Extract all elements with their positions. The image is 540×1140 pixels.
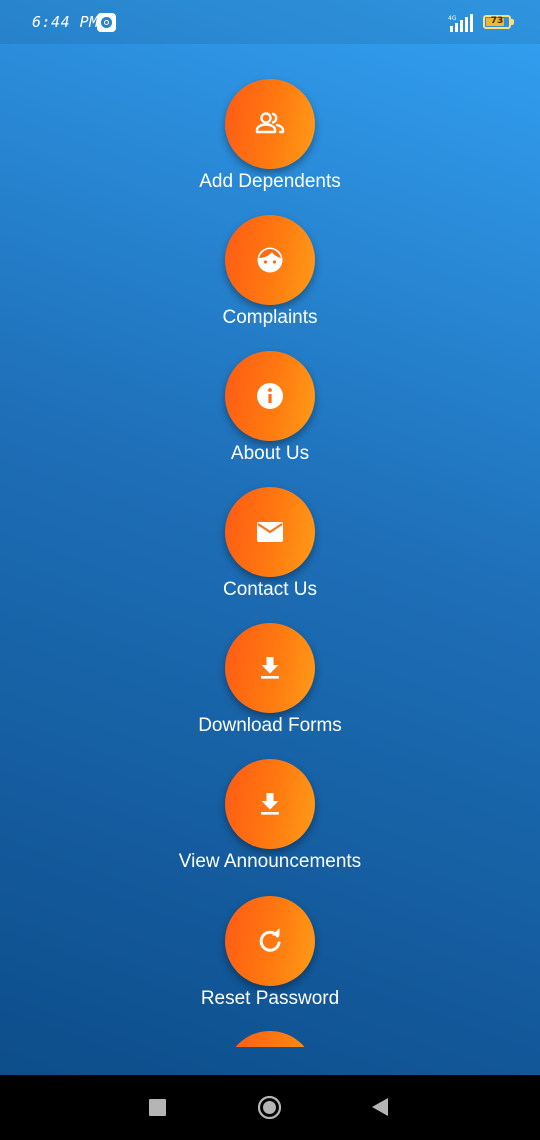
partial-menu-button[interactable] — [225, 1031, 315, 1047]
signal-icon: 4G — [448, 14, 473, 32]
face-icon — [257, 247, 283, 273]
add-dependents-label: Add Dependents — [199, 171, 341, 192]
battery-icon: 73 — [483, 15, 511, 29]
menu-item-reset-password[interactable]: Reset Password — [120, 896, 420, 1016]
reset-password-label: Reset Password — [200, 988, 340, 1009]
recents-icon[interactable] — [149, 1099, 166, 1116]
download-forms-button[interactable] — [225, 623, 315, 713]
screen-record-icon — [97, 13, 116, 32]
home-icon[interactable] — [257, 1095, 282, 1120]
contact-us-label: Contact Us — [223, 579, 317, 600]
people-icon — [255, 112, 285, 134]
complaints-button[interactable] — [225, 215, 315, 305]
view-announcements-button[interactable] — [225, 759, 315, 849]
navigation-bar — [0, 1075, 540, 1140]
back-icon[interactable] — [371, 1097, 389, 1117]
status-bar: 6:44 PM 4G 73 — [0, 0, 540, 44]
download-icon — [261, 793, 279, 815]
reset-password-button[interactable] — [225, 896, 315, 986]
menu-item-complaints[interactable]: Complaints — [120, 215, 420, 335]
battery-tip — [511, 19, 514, 25]
mail-icon — [257, 522, 283, 542]
menu-item-add-dependents[interactable]: Add Dependents — [120, 79, 420, 199]
app-screen: 6:44 PM 4G 73 Add Dependents Complaints … — [0, 0, 540, 1140]
download-forms-label: Download Forms — [198, 715, 342, 736]
download-icon — [261, 657, 279, 679]
menu-item-about-us[interactable]: About Us — [120, 351, 420, 471]
view-announcements-label: View Announcements — [178, 851, 362, 872]
refresh-icon — [259, 928, 281, 952]
info-icon — [257, 383, 283, 409]
svg-text:4G: 4G — [448, 15, 457, 22]
about-us-label: About Us — [230, 443, 310, 464]
menu-item-partial[interactable] — [120, 1031, 420, 1047]
menu-item-view-announcements[interactable]: View Announcements — [120, 759, 420, 879]
status-time: 6:44 PM — [32, 13, 99, 31]
menu-item-contact-us[interactable]: Contact Us — [120, 487, 420, 607]
complaints-label: Complaints — [222, 307, 318, 328]
contact-us-button[interactable] — [225, 487, 315, 577]
main-menu: Add Dependents Complaints About Us Conta… — [0, 44, 540, 1047]
menu-item-download-forms[interactable]: Download Forms — [120, 623, 420, 743]
add-dependents-button[interactable] — [225, 79, 315, 169]
about-us-button[interactable] — [225, 351, 315, 441]
battery-level: 73 — [490, 16, 504, 26]
